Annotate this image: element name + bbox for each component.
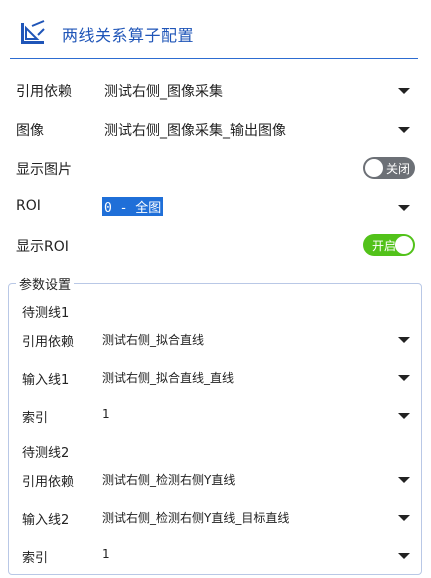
line2-index-label: 索引 (22, 551, 49, 566)
header-divider (10, 58, 418, 59)
dropdown-arrow-icon[interactable] (398, 553, 410, 559)
line1-input-label: 输入线1 (22, 373, 70, 388)
line2-dependency-row: 引用依赖 测试右侧_检测右侧Y直线 (0, 465, 431, 493)
line1-input-row: 输入线1 测试右侧_拟合直线_直线 (0, 363, 431, 391)
show-image-toggle[interactable]: 关闭 (363, 157, 415, 179)
line2-input-row: 输入线2 测试右侧_检测右侧Y直线_目标直线 (0, 503, 431, 531)
params-group-title: 参数设置 (16, 274, 75, 293)
line1-index-label: 索引 (22, 411, 49, 426)
line1-dependency-label: 引用依赖 (22, 335, 75, 350)
show-roi-toggle[interactable]: 开启 (363, 234, 415, 256)
line1-input-select[interactable]: 测试右侧_拟合直线_直线 (98, 364, 416, 390)
line2-input-value: 测试右侧_检测右侧Y直线_目标直线 (102, 511, 290, 525)
line1-index-row: 索引 1 (0, 401, 431, 429)
dependency-label: 引用依赖 (16, 84, 72, 100)
show-roi-row: 显示ROI 开启 (0, 230, 431, 260)
roi-select[interactable]: 0 - 全图 (100, 194, 416, 220)
line1-dependency-select[interactable]: 测试右侧_拟合直线 (98, 326, 416, 352)
show-image-row: 显示图片 关闭 (0, 153, 431, 183)
line1-dependency-row: 引用依赖 测试右侧_拟合直线 (0, 325, 431, 353)
dropdown-arrow-icon[interactable] (398, 337, 410, 343)
dropdown-arrow-icon[interactable] (398, 413, 410, 419)
toggle-state-text: 开启 (372, 239, 397, 253)
line1-input-value: 测试右侧_拟合直线_直线 (102, 371, 235, 385)
line1-index-value: 1 (102, 407, 110, 421)
line1-index-select[interactable]: 1 (98, 402, 416, 428)
toggle-knob (365, 159, 383, 177)
line2-input-select[interactable]: 测试右侧_检测右侧Y直线_目标直线 (98, 504, 416, 530)
roi-row: ROI 0 - 全图 (0, 192, 431, 222)
toggle-knob (395, 236, 413, 254)
roi-label: ROI (16, 198, 41, 214)
page-title: 两线关系算子配置 (62, 26, 195, 45)
line1-dependency-value: 测试右侧_拟合直线 (102, 333, 205, 347)
panel-header: 两线关系算子配置 (0, 0, 431, 60)
dependency-select[interactable]: 测试右侧_图像采集 (100, 77, 416, 103)
line2-dependency-select[interactable]: 测试右侧_检测右侧Y直线 (98, 466, 416, 492)
line2-index-value: 1 (102, 547, 110, 561)
image-row: 图像 测试右侧_图像采集_输出图像 (0, 114, 431, 144)
dependency-value: 测试右侧_图像采集 (104, 84, 223, 100)
dropdown-arrow-icon[interactable] (398, 515, 410, 521)
show-roi-label: 显示ROI (16, 239, 69, 255)
image-select[interactable]: 测试右侧_图像采集_输出图像 (100, 116, 416, 142)
line2-input-label: 输入线2 (22, 513, 70, 528)
dependency-row: 引用依赖 测试右侧_图像采集 (0, 75, 431, 105)
line2-dependency-label: 引用依赖 (22, 475, 75, 490)
dropdown-arrow-icon[interactable] (398, 477, 410, 483)
dropdown-arrow-icon[interactable] (398, 127, 410, 133)
toggle-state-text: 关闭 (386, 162, 411, 176)
ruler-triangle-icon (21, 20, 45, 44)
line2-dependency-value: 测试右侧_检测右侧Y直线 (102, 473, 236, 487)
line2-title: 待测线2 (22, 446, 70, 461)
dropdown-arrow-icon[interactable] (398, 205, 410, 211)
line2-index-select[interactable]: 1 (98, 542, 416, 568)
dropdown-arrow-icon[interactable] (398, 375, 410, 381)
image-value: 测试右侧_图像采集_输出图像 (104, 123, 286, 139)
show-image-label: 显示图片 (16, 162, 72, 178)
line1-title: 待测线1 (22, 306, 70, 321)
dropdown-arrow-icon[interactable] (398, 88, 410, 94)
image-label: 图像 (16, 123, 44, 139)
roi-value: 0 - 全图 (102, 197, 164, 216)
line2-index-row: 索引 1 (0, 541, 431, 569)
